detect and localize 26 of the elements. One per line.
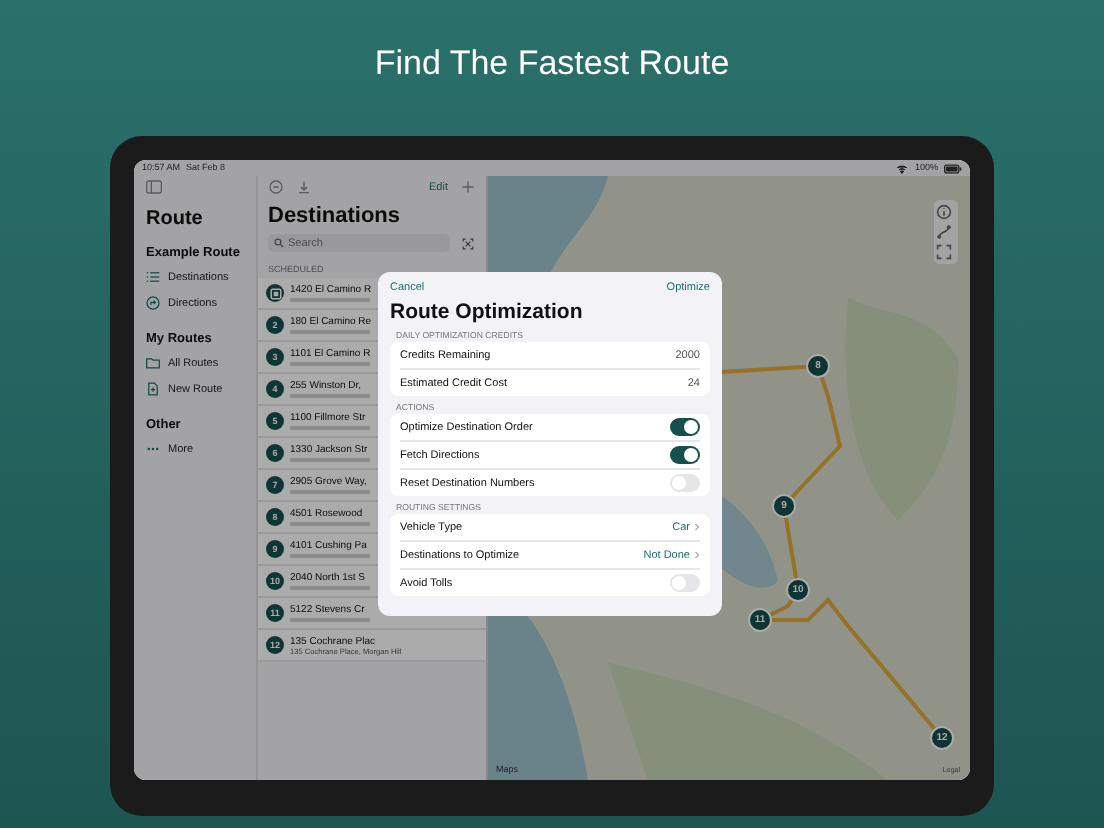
sidebar-title: Route	[146, 208, 203, 230]
start-badge-icon	[266, 284, 284, 302]
expand-icon[interactable]	[936, 244, 952, 260]
toggle-switch[interactable]	[670, 446, 700, 464]
search-icon	[274, 238, 284, 248]
headline: Find The Fastest Route	[374, 44, 730, 86]
toggle-switch[interactable]	[670, 474, 700, 492]
chevron-icon	[694, 550, 700, 560]
list-icon	[146, 270, 160, 284]
toggle-switch[interactable]	[670, 418, 700, 436]
chevron-icon	[694, 522, 700, 532]
ellipsis-icon	[146, 442, 160, 456]
list-title: Destinations	[266, 202, 403, 228]
sidebar-toggle-icon[interactable]	[146, 180, 162, 194]
minus-circle-icon[interactable]	[268, 180, 284, 194]
add-icon[interactable]	[460, 180, 476, 194]
signpost-icon	[146, 296, 160, 310]
document-icon	[146, 382, 160, 396]
toggle-switch[interactable]	[670, 574, 700, 592]
route-icon[interactable]	[936, 224, 952, 240]
folder-icon	[146, 356, 160, 370]
scan-icon[interactable]	[462, 237, 474, 249]
download-icon[interactable]	[296, 180, 312, 194]
info-icon[interactable]	[936, 204, 952, 220]
battery-icon	[944, 163, 962, 173]
wifi-icon	[896, 163, 909, 173]
